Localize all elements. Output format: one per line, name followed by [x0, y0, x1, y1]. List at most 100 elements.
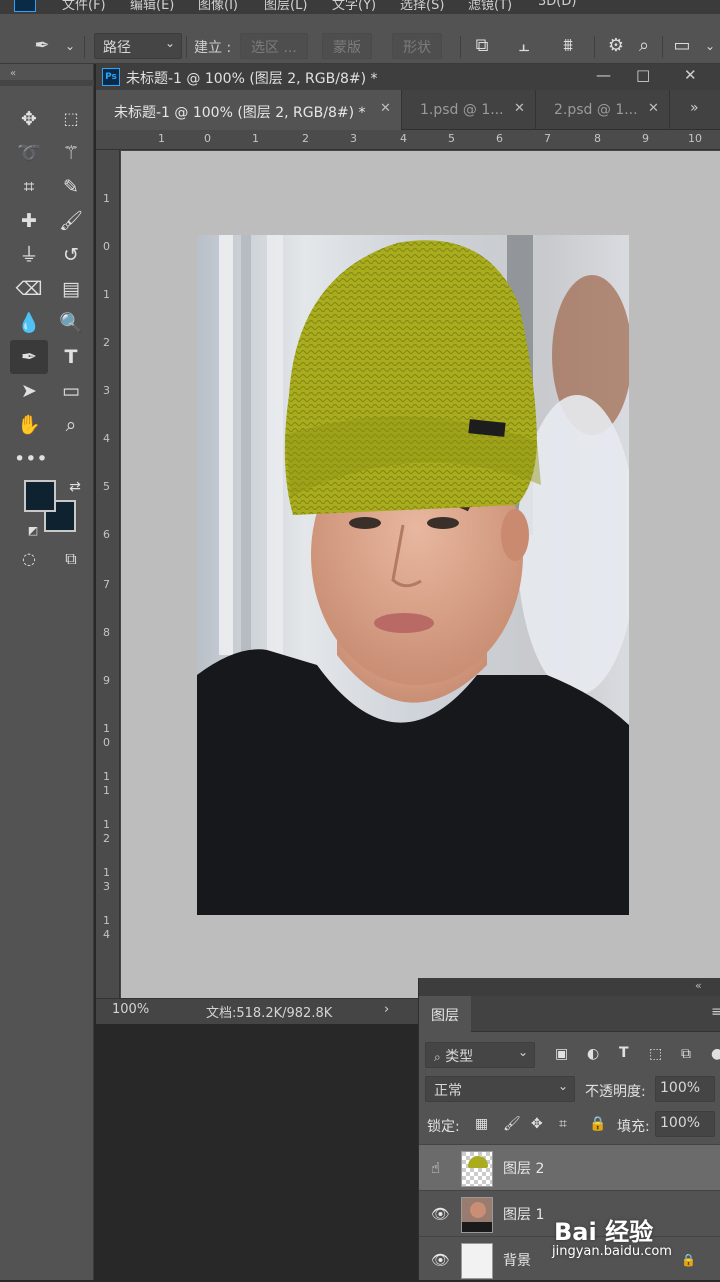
canvas-image[interactable]: [197, 235, 629, 915]
photoshop-logo: [14, 0, 36, 12]
more-icon[interactable]: •••: [14, 444, 48, 474]
ruler-label: 1: [158, 132, 165, 145]
chevron-down-icon[interactable]: ⌄: [58, 34, 82, 58]
smart-object-filter-icon[interactable]: ⧉: [681, 1046, 691, 1062]
menu-3d[interactable]: 3D(D): [538, 0, 576, 9]
path-select-icon[interactable]: ➤: [14, 376, 44, 406]
rectangle-icon[interactable]: ▭: [56, 376, 86, 406]
layer-thumbnail: [461, 1151, 493, 1187]
move-icon[interactable]: ✥: [14, 104, 44, 134]
search-icon[interactable]: ⌕: [632, 34, 656, 58]
swap-colors-icon[interactable]: ⇄: [60, 472, 90, 502]
layer-name[interactable]: 图层 1: [503, 1204, 544, 1224]
path-operations-icon[interactable]: ⧉: [470, 34, 494, 58]
opacity-label: 不透明度:: [585, 1084, 646, 1100]
layer-name[interactable]: 背景: [503, 1250, 531, 1270]
screen-mode-icon[interactable]: ⧉: [56, 544, 86, 574]
crop-icon[interactable]: ⌗: [14, 172, 44, 202]
person-photo: [197, 235, 629, 915]
more-tabs-icon[interactable]: »: [690, 100, 699, 116]
menu-edit[interactable]: 编辑(E): [130, 0, 174, 13]
healing-brush-icon[interactable]: ✚: [14, 206, 44, 236]
hand-cursor-icon[interactable]: ☝: [431, 1159, 440, 1177]
panel-menu-icon[interactable]: ≡: [711, 1004, 720, 1020]
close-icon[interactable]: ✕: [684, 66, 697, 84]
ruler-label: 6: [496, 132, 503, 145]
lock-transparent-icon[interactable]: ▦: [475, 1116, 488, 1132]
tab-layers[interactable]: 图层: [419, 996, 471, 1032]
collapse-panel-icon[interactable]: «: [695, 979, 702, 992]
menu-select[interactable]: 选择(S): [400, 0, 444, 13]
lock-all-icon[interactable]: 🔒: [589, 1116, 606, 1132]
lock-artboard-icon[interactable]: ⌗: [559, 1116, 567, 1132]
menu-layer[interactable]: 图层(L): [264, 0, 307, 13]
stamp-icon[interactable]: ⏚: [14, 240, 44, 270]
type-icon[interactable]: T: [56, 342, 86, 372]
close-icon[interactable]: ✕: [380, 101, 391, 116]
menu-file[interactable]: 文件(F): [62, 0, 106, 13]
tab-untitled-1[interactable]: 未标题-1 @ 100% (图层 2, RGB/8#) * ✕: [96, 90, 402, 130]
eyedropper-icon[interactable]: ✎: [56, 172, 86, 202]
ruler-label: 1 0: [103, 722, 110, 749]
make-shape-button[interactable]: 形状: [392, 33, 442, 59]
lasso-icon[interactable]: ➰: [14, 138, 44, 168]
quick-mask-icon[interactable]: ◌: [14, 544, 44, 574]
ruler-label: 1 4: [103, 914, 110, 941]
layer-name[interactable]: 图层 2: [503, 1158, 544, 1178]
magic-wand-icon[interactable]: ⚚: [56, 138, 86, 168]
tool-mode-select[interactable]: 路径 ⌄: [94, 33, 182, 59]
close-icon[interactable]: ✕: [648, 101, 659, 116]
dodge-icon[interactable]: 🔍: [56, 308, 86, 338]
make-mask-button[interactable]: 蒙版: [322, 33, 372, 59]
eye-icon[interactable]: 👁: [431, 1205, 450, 1223]
filter-kind-select[interactable]: ⌕ 类型 ⌄: [425, 1042, 535, 1068]
brush-icon[interactable]: 🖌: [56, 206, 86, 236]
chevron-down-icon[interactable]: ⌄: [698, 34, 720, 58]
menu-type[interactable]: 文字(Y): [332, 0, 376, 13]
gradient-icon[interactable]: ▤: [56, 274, 86, 304]
menu-filter[interactable]: 滤镜(T): [468, 0, 512, 13]
vertical-ruler: 1 0 1 2 3 4 5 6 7 8 1 0 1 1 1 2 1 3 1 4 …: [96, 150, 120, 998]
ruler-label: 0: [103, 240, 110, 253]
path-arrangement-icon[interactable]: ⩩: [556, 34, 580, 58]
make-selection-button[interactable]: 选区 ...: [240, 33, 308, 59]
adjustment-filter-icon[interactable]: ◐: [587, 1046, 599, 1062]
zoom-icon[interactable]: ⌕: [56, 410, 86, 440]
filter-kind-value: 类型: [445, 1049, 474, 1065]
gear-icon[interactable]: ⚙: [604, 34, 628, 58]
pixel-filter-icon[interactable]: ▣: [555, 1046, 568, 1062]
eraser-icon[interactable]: ⌫: [14, 274, 44, 304]
lock-label: 锁定:: [427, 1119, 460, 1135]
blend-mode-select[interactable]: 正常 ⌄: [425, 1076, 575, 1102]
workspace-icon[interactable]: ▭: [670, 34, 694, 58]
shape-filter-icon[interactable]: ⬚: [649, 1046, 662, 1062]
blur-icon[interactable]: 💧: [14, 308, 44, 338]
tab-1-psd[interactable]: 1.psd @ 1... ✕: [402, 90, 536, 130]
path-alignment-icon[interactable]: ⫠: [512, 34, 536, 58]
tab-2-psd[interactable]: 2.psd @ 1... ✕: [536, 90, 670, 130]
close-icon[interactable]: ✕: [514, 101, 525, 116]
fill-input[interactable]: 100%: [655, 1111, 715, 1137]
hand-icon[interactable]: ✋: [14, 410, 44, 440]
filter-toggle-icon[interactable]: ●: [711, 1046, 720, 1062]
pen-tool-preset-icon[interactable]: ✒: [30, 34, 54, 58]
opacity-input[interactable]: 100%: [655, 1076, 715, 1102]
chevron-right-icon[interactable]: ›: [384, 1002, 389, 1017]
lock-pixels-icon[interactable]: 🖌: [503, 1116, 521, 1132]
ruler-label: 9: [642, 132, 649, 145]
foreground-color-swatch[interactable]: [24, 480, 56, 512]
layer-row[interactable]: ☝ 图层 2: [419, 1144, 720, 1190]
type-filter-icon[interactable]: T: [619, 1045, 629, 1061]
history-brush-icon[interactable]: ↺: [56, 240, 86, 270]
pen-icon[interactable]: ✒: [10, 340, 48, 374]
lock-position-icon[interactable]: ✥: [531, 1116, 543, 1132]
document-title: 未标题-1 @ 100% (图层 2, RGB/8#) *: [126, 71, 378, 87]
menu-image[interactable]: 图像(I): [198, 0, 238, 13]
maximize-icon[interactable]: □: [636, 66, 650, 84]
minimize-icon[interactable]: —: [596, 66, 611, 84]
default-colors-icon[interactable]: ◩: [18, 516, 48, 546]
zoom-level[interactable]: 100%: [112, 1002, 149, 1017]
marquee-icon[interactable]: ⬚: [56, 104, 86, 134]
eye-icon[interactable]: 👁: [431, 1251, 450, 1269]
collapse-panel-icon[interactable]: «: [10, 68, 16, 79]
